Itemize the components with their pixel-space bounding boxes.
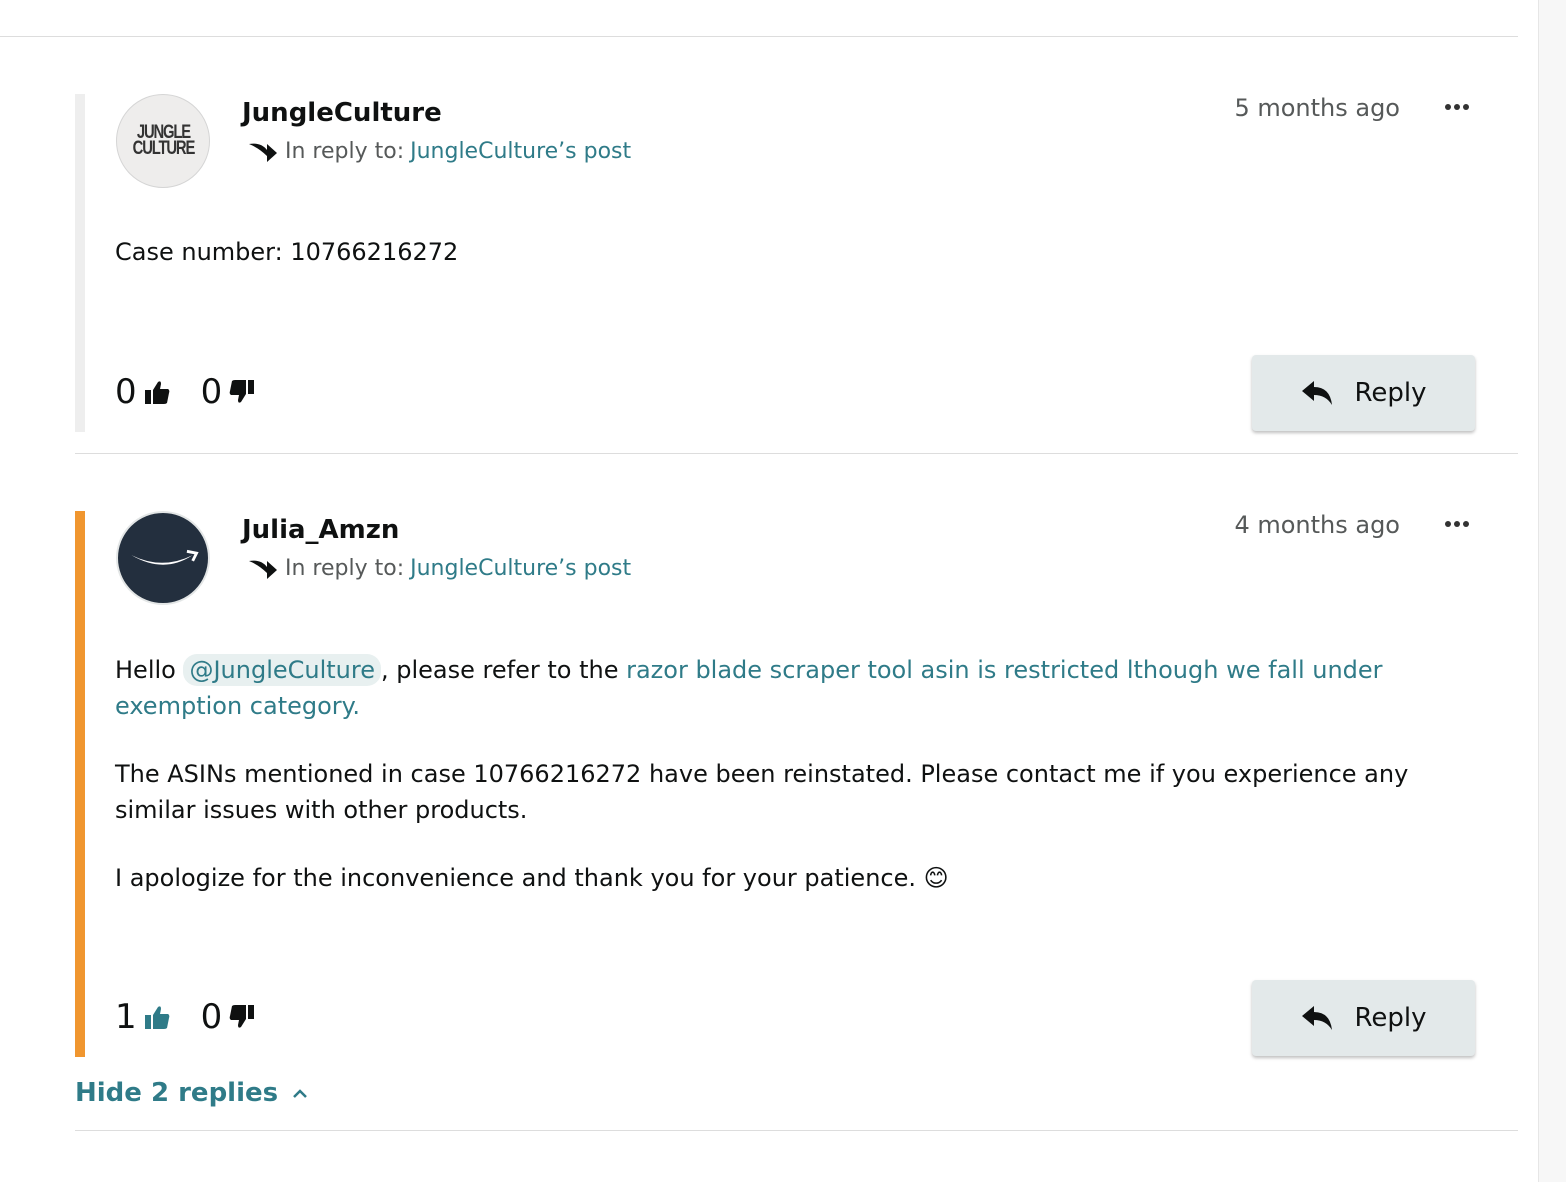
upvote-count: 0 xyxy=(115,372,137,412)
vote-bar: 0 0 xyxy=(115,372,286,412)
post-timestamp: 5 months ago xyxy=(1234,94,1400,122)
author-name[interactable]: Julia_Amzn xyxy=(242,515,399,545)
reply-button[interactable]: Reply xyxy=(1252,355,1475,431)
post-body: Case number: 10766216272 xyxy=(115,234,1475,302)
post-body-paragraph: Hello @JungleCulture, please refer to th… xyxy=(115,652,1475,724)
jungleculture-logo: JUNGLE CULTURE xyxy=(132,122,195,159)
reply-icon xyxy=(1302,1006,1333,1030)
in-reply-label: In reply to: xyxy=(285,555,405,581)
bottom-divider xyxy=(75,1130,1518,1131)
greeting-text: Hello xyxy=(115,656,184,684)
post-divider xyxy=(75,453,1518,454)
more-options-icon[interactable] xyxy=(1445,521,1469,527)
thumbs-down-icon[interactable] xyxy=(228,1003,256,1031)
downvote[interactable]: 0 xyxy=(201,997,257,1037)
hide-replies-label: Hide 2 replies xyxy=(75,1078,279,1108)
top-divider xyxy=(0,36,1518,37)
thumbs-up-icon[interactable] xyxy=(143,1003,171,1031)
user-mention[interactable]: @JungleCulture xyxy=(183,654,381,686)
reply-post: JUNGLE CULTURE JungleCulture In reply to:… xyxy=(75,94,1495,434)
thumbs-up-icon[interactable] xyxy=(143,378,171,406)
in-reply-to: In reply to: JungleCulture’s post xyxy=(247,555,631,581)
post-body-text: Case number: 10766216272 xyxy=(115,238,459,266)
in-reply-post-link[interactable]: JungleCulture’s post xyxy=(410,556,631,581)
employee-side-bar xyxy=(75,511,85,1057)
avatar[interactable] xyxy=(116,511,210,605)
reply-button-label: Reply xyxy=(1354,1003,1427,1033)
more-options-icon[interactable] xyxy=(1445,104,1469,110)
scrollbar[interactable] xyxy=(1538,0,1566,1182)
upvote[interactable]: 1 xyxy=(115,997,171,1037)
chevron-up-icon xyxy=(293,1089,308,1098)
avatar[interactable]: JUNGLE CULTURE xyxy=(116,94,210,188)
downvote-count: 0 xyxy=(200,997,223,1037)
body-text-segment: , please refer to the xyxy=(381,656,627,684)
vote-bar: 1 0 xyxy=(115,997,286,1037)
amazon-smile-icon xyxy=(131,549,199,565)
reply-arrow-icon xyxy=(249,143,277,162)
post-timestamp: 4 months ago xyxy=(1234,511,1400,539)
downvote-count: 0 xyxy=(200,372,223,412)
in-reply-post-link[interactable]: JungleCulture’s post xyxy=(410,139,631,164)
post-side-bar xyxy=(75,94,85,432)
post-body-paragraph: The ASINs mentioned in case 10766216272 … xyxy=(115,760,1409,824)
post-body-paragraph: I apologize for the inconvenience and th… xyxy=(115,864,949,892)
reply-icon xyxy=(1302,381,1333,405)
author-name[interactable]: JungleCulture xyxy=(242,98,442,128)
upvote[interactable]: 0 xyxy=(115,372,171,412)
reply-button-label: Reply xyxy=(1354,378,1427,408)
thumbs-down-icon[interactable] xyxy=(228,378,256,406)
hide-replies-toggle[interactable]: Hide 2 replies xyxy=(75,1078,308,1108)
reply-post: Julia_Amzn In reply to: JungleCulture’s … xyxy=(75,511,1495,1059)
reply-button[interactable]: Reply xyxy=(1252,980,1475,1056)
in-reply-label: In reply to: xyxy=(285,138,405,164)
upvote-count: 1 xyxy=(115,997,137,1037)
post-body: Hello @JungleCulture, please refer to th… xyxy=(115,652,1475,928)
in-reply-to: In reply to: JungleCulture’s post xyxy=(247,138,631,164)
downvote[interactable]: 0 xyxy=(201,372,257,412)
reply-arrow-icon xyxy=(249,560,277,579)
